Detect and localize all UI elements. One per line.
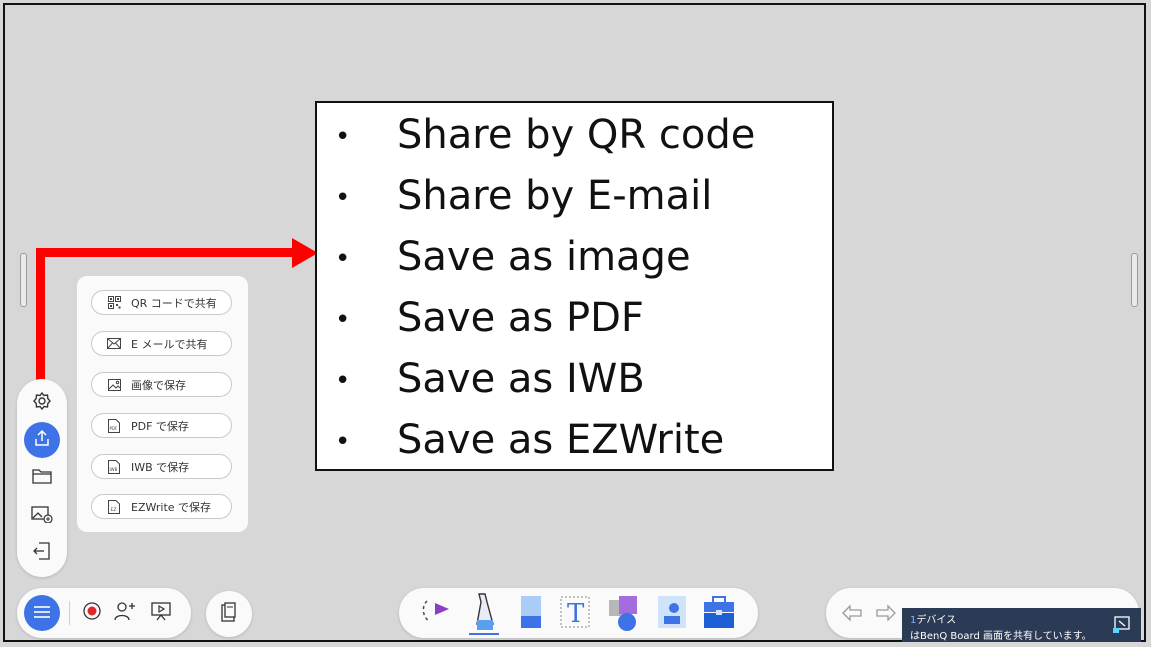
shapes-tool[interactable] [605,594,643,634]
svg-text:IWB: IWB [110,467,118,472]
menu-button[interactable] [24,595,60,631]
settings-button[interactable] [24,385,60,421]
toolbox-tool[interactable] [701,594,737,632]
settings-gear-icon [32,391,52,415]
feature-item: • Save as EZWrite [335,417,725,463]
feature-item: • Save as PDF [335,295,644,341]
toast-line-2: はBenQ Board 画面を共有しています。 [910,631,1092,642]
image-icon [107,378,121,392]
share-menu-panel: QR コードで共有 E メールで共有 画像で保存 PDF PDF で保存 IWB… [77,276,248,532]
present-button[interactable] [149,601,173,625]
mail-icon [107,337,121,351]
eraser-tool[interactable] [515,594,547,632]
exit-button[interactable] [24,535,60,571]
divider [69,601,70,625]
save-image-label: 画像で保存 [131,378,186,392]
add-background-button[interactable] [24,498,60,534]
invite-user-icon [114,601,136,625]
redo-button[interactable] [874,602,898,624]
screen-share-toast[interactable]: 1デバイス はBenQ Board 画面を共有しています。 [902,608,1141,642]
save-iwb-label: IWB で保存 [131,460,190,474]
share-upload-icon [33,429,51,451]
save-ezwrite-button[interactable]: EZ EZWrite で保存 [91,494,232,519]
record-icon [83,602,101,624]
shapes-icon [609,596,637,631]
svg-text:PDF: PDF [110,426,118,431]
share-qr-code-button[interactable]: QR コードで共有 [91,290,232,315]
pen-tool[interactable] [465,590,503,636]
folder-icon [32,468,52,488]
ezwrite-file-icon: EZ [107,499,121,514]
share-qr-code-label: QR コードで共有 [131,296,217,310]
add-background-icon [31,505,53,527]
text-tool[interactable]: T [557,594,593,632]
red-arrow-horizontal [36,248,298,257]
undo-icon [842,604,862,622]
left-toolbar [17,379,67,577]
right-edge-handle[interactable] [1131,253,1138,307]
toolbox-icon [704,596,734,628]
save-image-button[interactable]: 画像で保存 [91,372,232,397]
iwb-file-icon: IWB [107,459,121,474]
share-email-label: E メールで共有 [131,337,208,351]
feature-item: • Save as IWB [335,356,645,402]
svg-text:EZ: EZ [111,507,117,513]
clipboard-button[interactable] [206,591,252,637]
save-iwb-button[interactable]: IWB IWB で保存 [91,454,232,479]
undo-button[interactable] [840,602,864,624]
lasso-select-icon [422,600,449,622]
invite-user-button[interactable] [113,601,137,625]
svg-text:T: T [567,599,585,629]
eraser-icon [521,596,541,628]
save-pdf-button[interactable]: PDF PDF で保存 [91,413,232,438]
lasso-select-tool[interactable] [419,595,455,631]
record-button[interactable] [81,602,103,624]
exit-icon [33,541,51,565]
save-ezwrite-label: EZWrite で保存 [131,500,212,514]
pen-icon [469,593,499,635]
redo-icon [876,604,896,622]
feature-item: • Share by QR code [335,112,756,158]
left-edge-handle[interactable] [20,253,27,307]
image-insert-tool[interactable] [655,594,689,632]
toast-line-1: 1デバイス [910,615,957,626]
share-button[interactable] [24,422,60,458]
open-folder-button[interactable] [24,460,60,496]
screen-share-icon [1112,616,1130,634]
clipboard-icon [221,602,237,626]
feature-callout-box: • Share by QR code • Share by E-mail • Save… [315,101,834,471]
text-icon: T [560,596,590,629]
feature-item: • Share by E-mail [335,173,713,219]
pdf-file-icon: PDF [107,418,121,433]
bottom-left-toolbar [17,588,191,638]
drawing-tools-toolbar: T [399,588,758,638]
share-email-button[interactable]: E メールで共有 [91,331,232,356]
save-pdf-label: PDF で保存 [131,419,189,433]
menu-icon [33,604,51,623]
image-insert-icon [658,596,686,628]
qr-code-icon [107,296,121,310]
present-icon [151,601,171,625]
feature-item: • Save as image [335,234,691,280]
